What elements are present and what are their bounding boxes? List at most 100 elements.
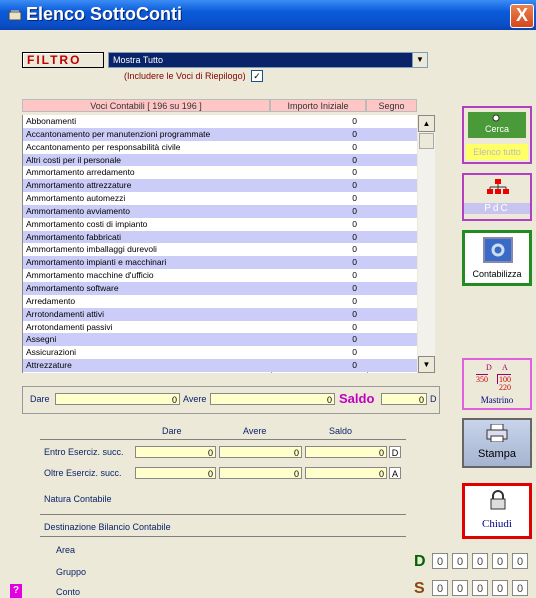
- account-initial-amount: 0: [352, 347, 357, 358]
- entro-sign: D: [389, 446, 401, 458]
- include-summary-checkbox[interactable]: ✓: [251, 70, 263, 82]
- scroll-thumb[interactable]: [419, 133, 434, 149]
- table-row[interactable]: Ammortamento fabbricati 0: [23, 230, 417, 244]
- entro-dare-field: 0: [135, 446, 216, 458]
- account-name: Ammortamento arredamento: [26, 167, 135, 178]
- cerca-label: Cerca: [484, 124, 509, 134]
- mastrino-350: 350: [476, 374, 488, 384]
- entro-label: Entro Eserciz. succ.: [44, 447, 124, 457]
- summary-col-saldo: Saldo: [329, 426, 353, 436]
- totals-dare-field: 0: [55, 393, 180, 405]
- totals-avere-label: Avere: [183, 394, 207, 404]
- account-initial-amount: 0: [352, 128, 357, 139]
- account-name: Arredamento: [26, 295, 76, 306]
- account-initial-amount: 0: [352, 180, 357, 191]
- account-initial-amount: 0: [352, 308, 357, 319]
- column-header-importo[interactable]: Importo Iniziale: [270, 99, 366, 112]
- table-row[interactable]: Arredamento 0: [23, 294, 417, 308]
- mastrino-220: 220: [499, 383, 511, 392]
- search-icon: [492, 114, 500, 122]
- printer-icon: [486, 424, 508, 442]
- oltre-saldo-field: 0: [305, 467, 387, 479]
- include-summary-label: (Includere le Voci di Riepilogo): [124, 71, 246, 81]
- filter-select[interactable]: Mostra Tutto ▼: [108, 52, 428, 68]
- accounts-table[interactable]: Abbonamenti 0 Accantonamento per manutenzi…: [22, 115, 417, 373]
- table-row[interactable]: Ammortamento costi di impianto 0: [23, 217, 417, 231]
- account-name: Ammortamento automezzi: [26, 193, 126, 204]
- scroll-down-icon[interactable]: ▼: [418, 356, 435, 373]
- account-initial-amount: 0: [352, 141, 357, 152]
- counter-s-label: S: [414, 580, 425, 597]
- account-initial-amount: 0: [352, 167, 357, 178]
- counter-s-box: 0: [512, 580, 528, 596]
- table-row[interactable]: Ammortamento impianti e macchinari 0: [23, 256, 417, 270]
- contabilizza-button[interactable]: Contabilizza: [462, 230, 532, 286]
- account-name: Ammortamento software: [26, 282, 119, 293]
- counter-s-box: 0: [472, 580, 488, 596]
- mastrino-d: D: [486, 363, 492, 372]
- table-row[interactable]: Attrezzature 0: [23, 359, 417, 372]
- totals-dare-label: Dare: [30, 394, 50, 404]
- account-initial-amount: 0: [352, 116, 357, 126]
- account-initial-amount: 0: [352, 321, 357, 332]
- table-row[interactable]: Altri costi per il personale 0: [23, 153, 417, 167]
- column-header-voci[interactable]: Voci Contabili [ 196 su 196 ]: [22, 99, 270, 112]
- totals-saldo-field: 0: [381, 393, 427, 405]
- totals-saldo-label: Saldo: [339, 391, 375, 406]
- filter-label: FILTRO: [27, 53, 82, 67]
- pdc-button[interactable]: PdC: [462, 173, 532, 221]
- account-name: Accantonamento per responsabilità civile: [26, 141, 181, 152]
- title-bar: Elenco SottoConti X: [0, 0, 536, 30]
- app-icon: [8, 10, 22, 21]
- counter-d-box: 0: [452, 553, 468, 569]
- table-row[interactable]: Assicurazioni 0: [23, 346, 417, 360]
- help-button[interactable]: ?: [10, 584, 22, 598]
- divider: [40, 536, 406, 537]
- natura-label: Natura Contabile: [44, 494, 112, 504]
- table-row[interactable]: Ammortamento arredamento 0: [23, 166, 417, 180]
- counter-d-box: 0: [432, 553, 448, 569]
- account-name: Attrezzature: [26, 360, 72, 371]
- table-row[interactable]: Ammortamento attrezzature 0: [23, 179, 417, 193]
- table-row[interactable]: Arrotondamenti attivi 0: [23, 307, 417, 321]
- oltre-avere-field: 0: [219, 467, 302, 479]
- stampa-label: Stampa: [478, 448, 516, 460]
- account-name: Accantonamento per manutenzioni programm…: [26, 128, 211, 139]
- scroll-up-icon[interactable]: ▲: [418, 115, 435, 132]
- counter-d-box: 0: [512, 553, 528, 569]
- oltre-dare-field: 0: [135, 467, 216, 479]
- table-row[interactable]: Ammortamento macchine d'ufficio 0: [23, 269, 417, 282]
- column-header-segno[interactable]: Segno: [366, 99, 417, 112]
- cerca-button[interactable]: Cerca Elenco tutto: [462, 106, 532, 164]
- account-initial-amount: 0: [352, 193, 357, 204]
- chiudi-button[interactable]: Chiudi: [462, 483, 532, 539]
- account-name: Assegni: [26, 334, 57, 345]
- filter-label-box: FILTRO: [22, 52, 104, 68]
- divider: [40, 439, 406, 440]
- counter-s-box: 0: [432, 580, 448, 596]
- table-row[interactable]: Accantonamento per responsabilità civile…: [23, 140, 417, 154]
- table-scrollbar[interactable]: ▲ ▼: [418, 115, 435, 373]
- oltre-sign: A: [389, 467, 401, 479]
- table-row[interactable]: Ammortamento imballaggi durevoli 0: [23, 243, 417, 257]
- stampa-button[interactable]: Stampa: [462, 418, 532, 468]
- account-initial-amount: 0: [352, 360, 357, 371]
- gear-icon: [491, 243, 505, 257]
- table-row[interactable]: Assegni 0: [23, 333, 417, 347]
- close-button[interactable]: X: [510, 4, 534, 28]
- account-initial-amount: 0: [352, 334, 357, 345]
- account-name: Ammortamento macchine d'ufficio: [26, 270, 154, 281]
- account-name: Altri costi per il personale: [26, 154, 121, 165]
- account-initial-amount: 0: [352, 244, 357, 255]
- mastrino-button[interactable]: D A 350 100 220 Mastrino: [462, 358, 532, 410]
- table-row[interactable]: Arrotondamenti passivi 0: [23, 320, 417, 334]
- table-row[interactable]: Accantonamento per manutenzioni programm…: [23, 127, 417, 141]
- elenco-tutto-button[interactable]: Elenco tutto: [466, 144, 528, 160]
- account-name: Arrotondamenti passivi: [26, 321, 113, 332]
- table-row[interactable]: Abbonamenti 0: [23, 115, 417, 128]
- table-row[interactable]: Ammortamento automezzi 0: [23, 192, 417, 205]
- filter-select-value: Mostra Tutto: [109, 53, 415, 67]
- table-row[interactable]: Ammortamento avviamento 0: [23, 204, 417, 218]
- chevron-down-icon[interactable]: ▼: [412, 53, 427, 67]
- table-row[interactable]: Ammortamento software 0: [23, 281, 417, 295]
